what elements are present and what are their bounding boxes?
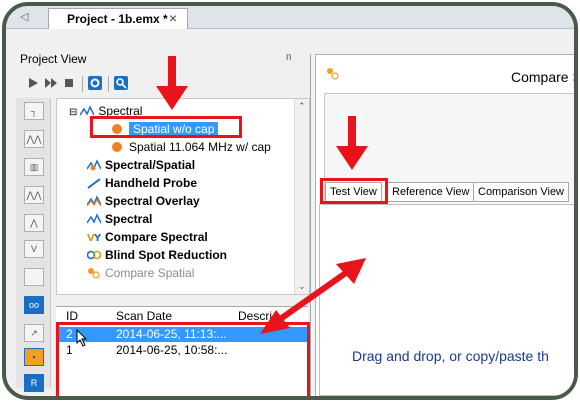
red-arrow-down-tab (336, 116, 368, 170)
tab-scroll-left-icon[interactable]: ◁ (20, 10, 28, 23)
tree-item-spectral-overlay[interactable]: Spectral Overlay (86, 193, 200, 210)
highlight-test-view-tab (320, 178, 388, 204)
app-window: ◁ Project - 1b.emx * × Project View ᴨ ┐ … (2, 2, 578, 400)
tree-item-spatial-11mhz[interactable]: Spatial 11.064 MHz w/ cap (111, 139, 271, 156)
spectral-icon[interactable]: ┐ (24, 102, 44, 120)
compare-panel: Compare S Test View Reference View Compa… (310, 54, 578, 396)
spectral-icon[interactable]: ⋀⋀ (24, 130, 44, 148)
probe-icon[interactable]: ↗ (24, 324, 44, 342)
red-arrow-down-tree (156, 56, 188, 110)
column-header-scan-date[interactable]: Scan Date (116, 309, 172, 323)
bars-icon[interactable]: ▥ (24, 158, 44, 176)
blind-spot-icon (86, 249, 102, 261)
tree-item-handheld-probe[interactable]: Handheld Probe (87, 175, 197, 192)
document-tab[interactable]: Project - 1b.emx * × (48, 8, 188, 29)
project-view-title: Project View (20, 52, 87, 66)
tab-reference-view[interactable]: Reference View (387, 182, 475, 202)
left-tool-rail: ┐ ⋀⋀ ▥ ⋀⋀ ⋀ V oo ↗ ▪ R (16, 98, 51, 392)
tab-comparison-view[interactable]: Comparison View (473, 182, 570, 202)
tree-item-label: Spectral/Spatial (105, 158, 196, 172)
stop-icon[interactable] (62, 76, 76, 90)
expand-collapse-icon[interactable]: ⊟ (69, 107, 77, 118)
compare-window-title: Compare S (511, 69, 578, 85)
compare-icon[interactable]: V (24, 240, 44, 258)
column-header-id[interactable]: ID (66, 309, 78, 323)
tree-item-label: Blind Spot Reduction (105, 248, 227, 262)
highlight-spatial-wo-cap (90, 116, 242, 138)
drag-drop-hint: Drag and drop, or copy/paste th (352, 348, 549, 364)
tree-item-label: Spectral (105, 212, 153, 226)
play-icon[interactable] (26, 76, 40, 90)
close-icon[interactable]: × (169, 10, 177, 26)
toolbar-divider (82, 76, 83, 92)
spectral-icon[interactable]: ⋀⋀ (24, 186, 44, 204)
pin-icon[interactable]: ᴨ (286, 52, 291, 63)
compare-spectral-icon: VY (87, 231, 102, 244)
compare-spatial-icon (87, 267, 101, 279)
app-icon[interactable]: R (24, 374, 44, 392)
document-tab-label: Project - 1b.emx * (67, 12, 168, 26)
tree-item-label: Spatial 11.064 MHz w/ cap (129, 140, 271, 154)
red-double-arrow (260, 258, 366, 334)
spectral-icon[interactable]: ⋀ (24, 214, 44, 232)
scroll-up-icon[interactable]: ⌃ (298, 101, 306, 112)
tree-item-label: Compare Spectral (105, 230, 208, 244)
probe-icon (87, 177, 101, 189)
toolbar-divider (108, 76, 109, 92)
tree-item-label: Compare Spatial (105, 266, 195, 280)
search-icon[interactable] (114, 76, 128, 90)
tree-item-spectral-spatial[interactable]: Spectral/Spatial (86, 157, 196, 174)
spectral-icon (86, 213, 102, 225)
tree-item-blind-spot[interactable]: Blind Spot Reduction (86, 247, 227, 264)
tree-item-compare-spectral[interactable]: V Y Compare Spectral (87, 229, 208, 246)
spectral-spatial-icon (86, 159, 102, 171)
compare-window-icon (327, 68, 339, 80)
overlay-icon[interactable]: ▪ (24, 348, 44, 366)
fast-forward-icon[interactable] (44, 76, 58, 90)
blind-spot-icon[interactable]: oo (24, 296, 44, 314)
svg-text:Y: Y (93, 233, 101, 243)
blank-icon[interactable] (24, 268, 44, 286)
tree-item-label: Spectral Overlay (105, 194, 200, 208)
document-tab-bar: ◁ Project - 1b.emx * × (6, 6, 574, 29)
spatial-dot-icon (111, 141, 125, 153)
tree-item-compare-spatial[interactable]: Compare Spatial (87, 265, 194, 282)
tree-item-spectral[interactable]: Spectral (86, 211, 153, 228)
tree-item-label: Handheld Probe (105, 176, 198, 190)
settings-icon[interactable] (88, 76, 102, 90)
overlay-icon (86, 195, 102, 207)
